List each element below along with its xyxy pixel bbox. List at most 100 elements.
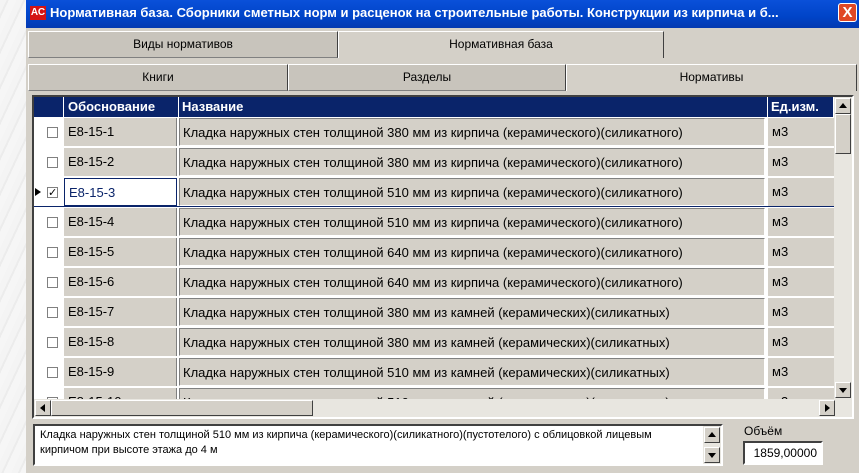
memo-scrollbar[interactable] <box>703 426 721 464</box>
row-name-cell[interactable]: Кладка наружных стен толщиной 380 мм из … <box>179 118 765 146</box>
current-row-arrow-icon <box>35 188 41 196</box>
header-indicator <box>34 97 64 117</box>
row-indicator <box>34 148 46 176</box>
table-row[interactable]: Е8-15-5 Кладка наружных стен толщиной 640… <box>34 238 834 268</box>
row-indicator <box>34 178 46 206</box>
arrow-down-icon <box>839 388 847 393</box>
row-checkbox[interactable] <box>47 367 58 378</box>
row-code-cell[interactable]: Е8-15-1 <box>64 118 177 146</box>
header-code[interactable]: Обоснование <box>64 97 179 117</box>
volume-input[interactable]: 1859,00000 <box>743 441 823 465</box>
horizontal-scrollbar[interactable] <box>34 399 852 417</box>
table-row[interactable]: Е8-15-7 Кладка наружных стен толщиной 380… <box>34 298 834 328</box>
arrow-up-icon <box>839 103 847 108</box>
row-checkbox-cell <box>46 328 63 356</box>
row-checkbox[interactable] <box>47 157 58 168</box>
scroll-right-button[interactable] <box>819 400 835 416</box>
row-checkbox[interactable] <box>47 277 58 288</box>
row-name-cell[interactable]: Кладка наружных стен толщиной 380 мм из … <box>179 148 765 176</box>
row-name-cell[interactable]: Кладка наружных стен толщиной 640 мм из … <box>179 238 765 266</box>
vertical-scrollbar[interactable] <box>834 97 852 399</box>
row-unit-cell[interactable]: м3 <box>768 118 834 146</box>
row-checkbox[interactable] <box>47 337 58 348</box>
row-indicator <box>34 208 46 236</box>
row-checkbox-cell <box>46 268 63 296</box>
row-code-cell[interactable]: Е8-15-8 <box>64 328 177 356</box>
app-window: АС Нормативная база. Сборники сметных но… <box>26 0 859 473</box>
title-bar[interactable]: АС Нормативная база. Сборники сметных но… <box>26 0 859 28</box>
row-checkbox-cell <box>46 358 63 386</box>
row-unit-cell[interactable]: м3 <box>768 178 834 206</box>
tab-norms[interactable]: Нормативы <box>566 64 857 91</box>
close-button[interactable]: X <box>838 3 857 22</box>
row-unit-cell[interactable]: м3 <box>768 328 834 356</box>
row-checkbox-cell <box>46 208 63 236</box>
tab-norm-base[interactable]: Нормативная база <box>338 31 664 58</box>
row-name-cell[interactable]: Кладка наружных стен толщиной 380 мм из … <box>179 328 765 356</box>
row-indicator <box>34 298 46 326</box>
selected-row-underline <box>34 206 834 207</box>
arrow-down-icon <box>708 453 716 458</box>
scroll-down-button[interactable] <box>835 382 851 398</box>
row-unit-cell[interactable]: м3 <box>768 358 834 386</box>
norms-grid[interactable]: Обоснование Название Ед.изм. Е8-15-1 Клад… <box>32 95 854 419</box>
scroll-left-button[interactable] <box>35 400 51 416</box>
horizontal-scroll-thumb[interactable] <box>51 400 313 416</box>
table-row[interactable]: Е8-15-6 Кладка наружных стен толщиной 640… <box>34 268 834 298</box>
row-checkbox-cell <box>46 238 63 266</box>
row-indicator <box>34 358 46 386</box>
tab-sections[interactable]: Разделы <box>288 64 566 91</box>
tab-books[interactable]: Книги <box>28 64 288 91</box>
row-code-cell[interactable]: Е8-15-4 <box>64 208 177 236</box>
row-code-cell[interactable]: Е8-15-2 <box>64 148 177 176</box>
row-checkbox[interactable] <box>47 307 58 318</box>
row-name-cell[interactable]: Кладка наружных стен толщиной 640 мм из … <box>179 268 765 296</box>
description-text: Кладка наружных стен толщиной 510 мм из … <box>40 429 652 456</box>
row-unit-cell[interactable]: м3 <box>768 148 834 176</box>
vertical-scroll-thumb[interactable] <box>835 114 851 154</box>
row-checkbox[interactable] <box>47 127 58 138</box>
row-name-cell[interactable]: Кладка наружных стен толщиной 380 мм из … <box>179 298 765 326</box>
table-row[interactable]: ✓ Е8-15-3 Кладка наружных стен толщиной 51… <box>34 178 834 208</box>
tab-norm-types[interactable]: Виды нормативов <box>28 31 338 58</box>
row-unit-cell[interactable]: м3 <box>768 208 834 236</box>
memo-scroll-down-button[interactable] <box>704 447 720 463</box>
arrow-right-icon <box>825 404 830 412</box>
row-checkbox-cell: ✓ <box>46 178 63 206</box>
row-code-cell[interactable]: Е8-15-3 <box>64 178 177 206</box>
row-checkbox-cell <box>46 298 63 326</box>
table-row[interactable]: Е8-15-2 Кладка наружных стен толщиной 380… <box>34 148 834 178</box>
row-indicator <box>34 328 46 356</box>
row-checkbox-cell <box>46 148 63 176</box>
row-checkbox[interactable] <box>47 217 58 228</box>
row-code-cell[interactable]: Е8-15-9 <box>64 358 177 386</box>
row-code-cell[interactable]: Е8-15-5 <box>64 238 177 266</box>
table-row[interactable]: Е8-15-9 Кладка наружных стен толщиной 510… <box>34 358 834 388</box>
header-name[interactable]: Название <box>179 97 768 117</box>
row-checkbox[interactable]: ✓ <box>47 187 58 199</box>
row-unit-cell[interactable]: м3 <box>768 238 834 266</box>
row-code-cell[interactable]: Е8-15-7 <box>64 298 177 326</box>
volume-label: Объём <box>744 424 783 438</box>
row-unit-cell[interactable]: м3 <box>768 298 834 326</box>
scroll-up-button[interactable] <box>835 98 851 114</box>
description-memo[interactable]: Кладка наружных стен толщиной 510 мм из … <box>33 424 723 466</box>
table-row[interactable]: Е8-15-4 Кладка наружных стен толщиной 510… <box>34 208 834 238</box>
second-tab-row: Книги Разделы Нормативы <box>28 64 857 91</box>
window-title: Нормативная база. Сборники сметных норм … <box>50 5 779 20</box>
app-logo-icon: АС <box>30 6 46 20</box>
row-checkbox[interactable] <box>47 247 58 258</box>
header-unit[interactable]: Ед.изм. <box>768 97 834 117</box>
row-name-cell[interactable]: Кладка наружных стен толщиной 510 мм из … <box>179 178 765 206</box>
row-unit-cell[interactable]: м3 <box>768 268 834 296</box>
arrow-up-icon <box>708 432 716 437</box>
memo-scroll-up-button[interactable] <box>704 427 720 443</box>
row-indicator <box>34 238 46 266</box>
table-row[interactable]: Е8-15-8 Кладка наружных стен толщиной 380… <box>34 328 834 358</box>
row-name-cell[interactable]: Кладка наружных стен толщиной 510 мм из … <box>179 358 765 386</box>
row-indicator <box>34 118 46 146</box>
row-code-cell[interactable]: Е8-15-6 <box>64 268 177 296</box>
row-checkbox-cell <box>46 118 63 146</box>
row-name-cell[interactable]: Кладка наружных стен толщиной 510 мм из … <box>179 208 765 236</box>
table-row[interactable]: Е8-15-1 Кладка наружных стен толщиной 380… <box>34 118 834 148</box>
